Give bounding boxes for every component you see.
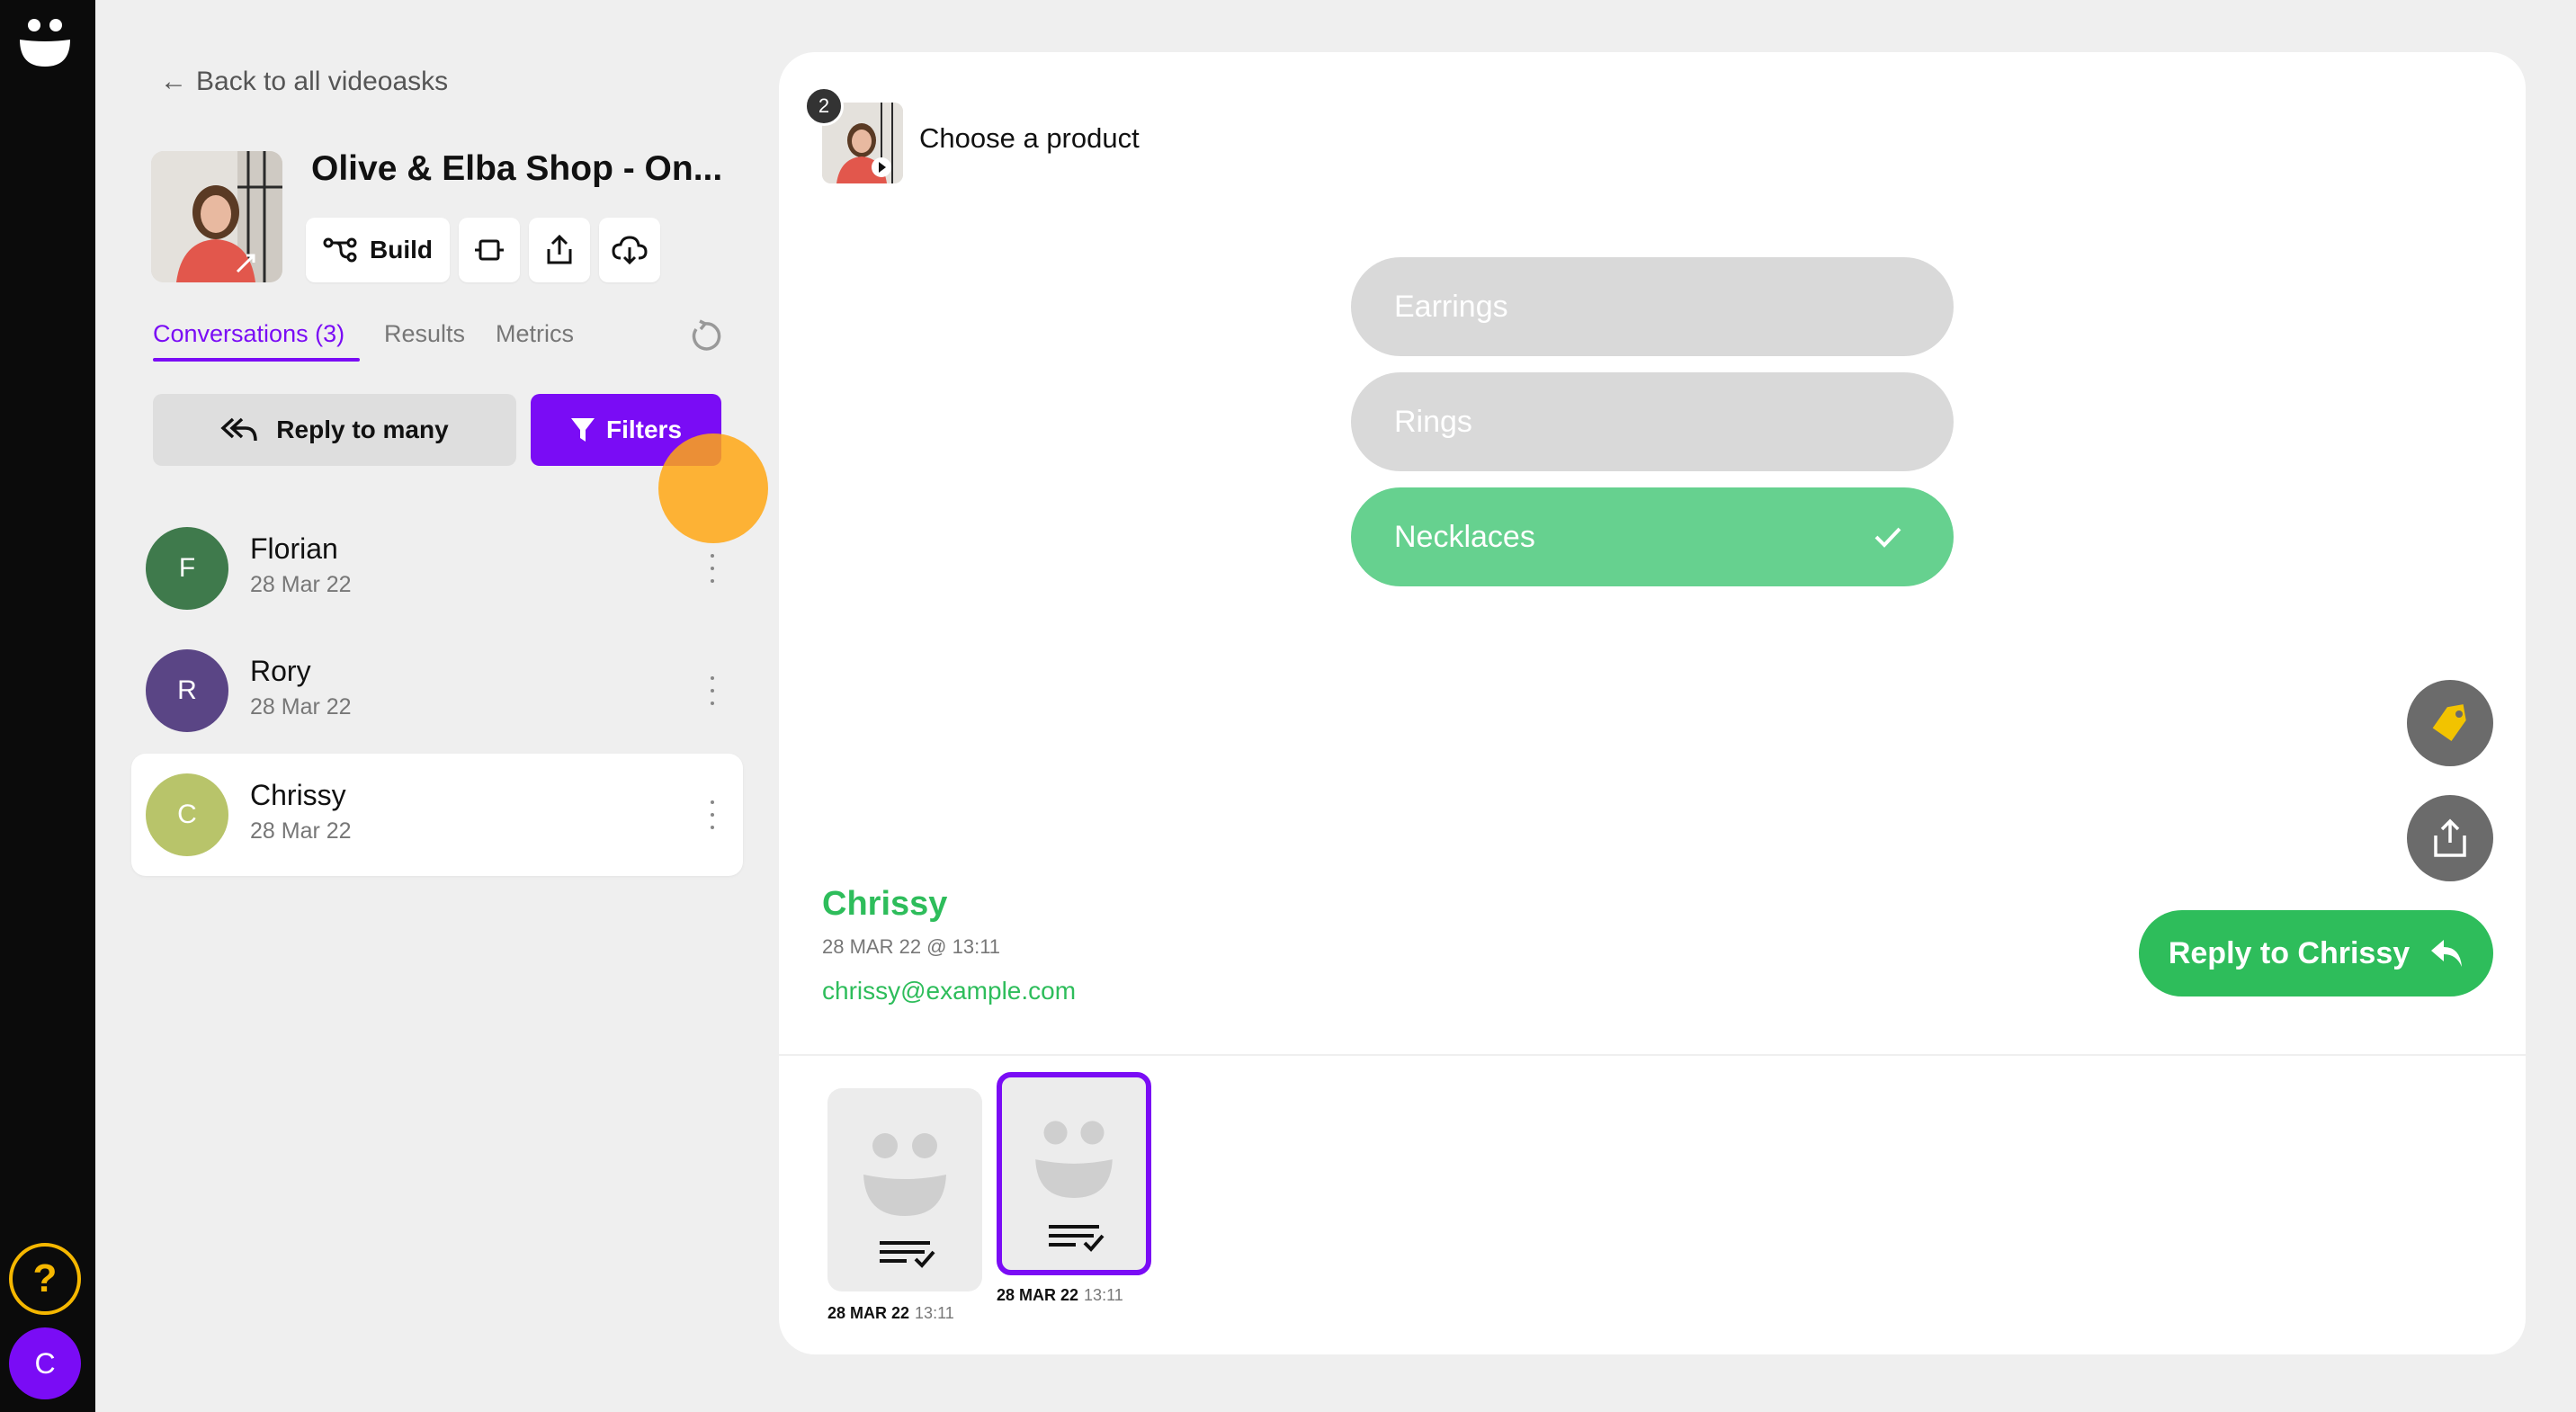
- tab-results[interactable]: Results: [384, 320, 465, 348]
- build-button[interactable]: Build: [306, 218, 450, 282]
- survey-title: Olive & Elba Shop - On...: [311, 149, 723, 188]
- reply-all-icon: [220, 417, 258, 442]
- filter-icon: [570, 418, 595, 442]
- presenter-video-thumbnail: [151, 151, 282, 282]
- transcript-icon: [1049, 1225, 1105, 1252]
- choice-label: Necklaces: [1394, 519, 1535, 554]
- panel-divider: [779, 1054, 2526, 1056]
- tab-conversations[interactable]: Conversations (3): [153, 320, 344, 348]
- response-card-timestamp: 28 MAR 22 13:11: [997, 1286, 1123, 1305]
- build-label: Build: [370, 236, 433, 264]
- transcript-icon: [880, 1241, 935, 1268]
- card-date: 28 MAR 22: [827, 1304, 910, 1322]
- survey-thumbnail[interactable]: [151, 151, 282, 282]
- respondent-datetime: 28 MAR 22 @ 13:11: [822, 935, 1001, 958]
- embed-button[interactable]: [459, 218, 520, 282]
- conversation-name: Rory: [250, 655, 311, 687]
- more-options-icon[interactable]: [707, 673, 718, 709]
- card-time: 13:11: [915, 1304, 954, 1322]
- user-avatar[interactable]: C: [9, 1327, 81, 1399]
- share-button[interactable]: [529, 218, 590, 282]
- step-title: Choose a product: [919, 122, 1140, 154]
- choice-rings: Rings: [1351, 372, 1954, 471]
- conversation-name: Florian: [250, 532, 338, 565]
- card-time: 13:11: [1084, 1286, 1123, 1304]
- reply-to-many-label: Reply to many: [276, 416, 449, 443]
- conversation-item-chrissy[interactable]: C Chrissy 28 Mar 22: [131, 754, 743, 876]
- reply-label: Reply to Chrissy: [2168, 935, 2411, 970]
- reply-to-chrissy-button[interactable]: Reply to Chrissy: [2139, 910, 2493, 996]
- share-icon: [547, 235, 572, 264]
- avatar: F: [146, 527, 228, 610]
- refresh-icon[interactable]: [687, 318, 723, 354]
- response-card-selected[interactable]: [997, 1072, 1151, 1275]
- more-options-icon[interactable]: [707, 797, 718, 833]
- conversation-date: 28 Mar 22: [250, 572, 352, 597]
- choice-earrings: Earrings: [1351, 257, 1954, 356]
- card-date: 28 MAR 22: [997, 1286, 1079, 1304]
- embed-icon: [475, 239, 504, 261]
- check-icon: [1874, 527, 1901, 548]
- respondent-email[interactable]: chrissy@example.com: [822, 977, 1076, 1005]
- reply-to-many-button[interactable]: Reply to many: [153, 394, 516, 466]
- avatar: C: [146, 773, 228, 856]
- choice-necklaces: Necklaces: [1351, 487, 1954, 586]
- response-panel: 2 Choose a product Earrings Rings Neckla…: [779, 52, 2526, 1354]
- download-cloud-icon: [612, 236, 648, 265]
- conversation-item-rory[interactable]: R Rory 28 Mar 22: [131, 630, 743, 752]
- app-rail: ? C: [0, 0, 95, 1412]
- respondent-name: Chrissy: [822, 885, 948, 923]
- conversation-item-florian[interactable]: F Florian 28 Mar 22: [131, 507, 743, 630]
- avatar: R: [146, 649, 228, 732]
- back-link-label: Back to all videoasks: [196, 67, 449, 96]
- more-options-icon[interactable]: [707, 550, 718, 586]
- step-number-badge: 2: [804, 86, 844, 126]
- build-flow-icon: [323, 237, 357, 263]
- reply-icon: [2431, 940, 2463, 967]
- response-card[interactable]: [827, 1088, 982, 1291]
- response-card-timestamp: 28 MAR 22 13:11: [827, 1304, 954, 1323]
- filters-label: Filters: [605, 416, 683, 443]
- tab-metrics[interactable]: Metrics: [496, 320, 574, 348]
- conversation-name: Chrissy: [250, 779, 346, 811]
- choice-label: Earrings: [1394, 289, 1508, 324]
- share-response-button[interactable]: [2407, 795, 2493, 881]
- tag-icon: [2432, 704, 2466, 742]
- download-button[interactable]: [599, 218, 660, 282]
- tag-button[interactable]: [2407, 680, 2493, 766]
- choice-label: Rings: [1394, 404, 1472, 439]
- conversation-date: 28 Mar 22: [250, 694, 352, 719]
- conversation-date: 28 Mar 22: [250, 818, 352, 844]
- back-arrow-icon: ←: [160, 67, 187, 96]
- active-tab-indicator: [153, 358, 360, 362]
- videoask-logo-icon[interactable]: [16, 16, 74, 70]
- help-button[interactable]: ?: [9, 1243, 81, 1315]
- back-to-videoasks-link[interactable]: ← Back to all videoasks: [160, 67, 448, 97]
- share-icon: [2434, 818, 2466, 857]
